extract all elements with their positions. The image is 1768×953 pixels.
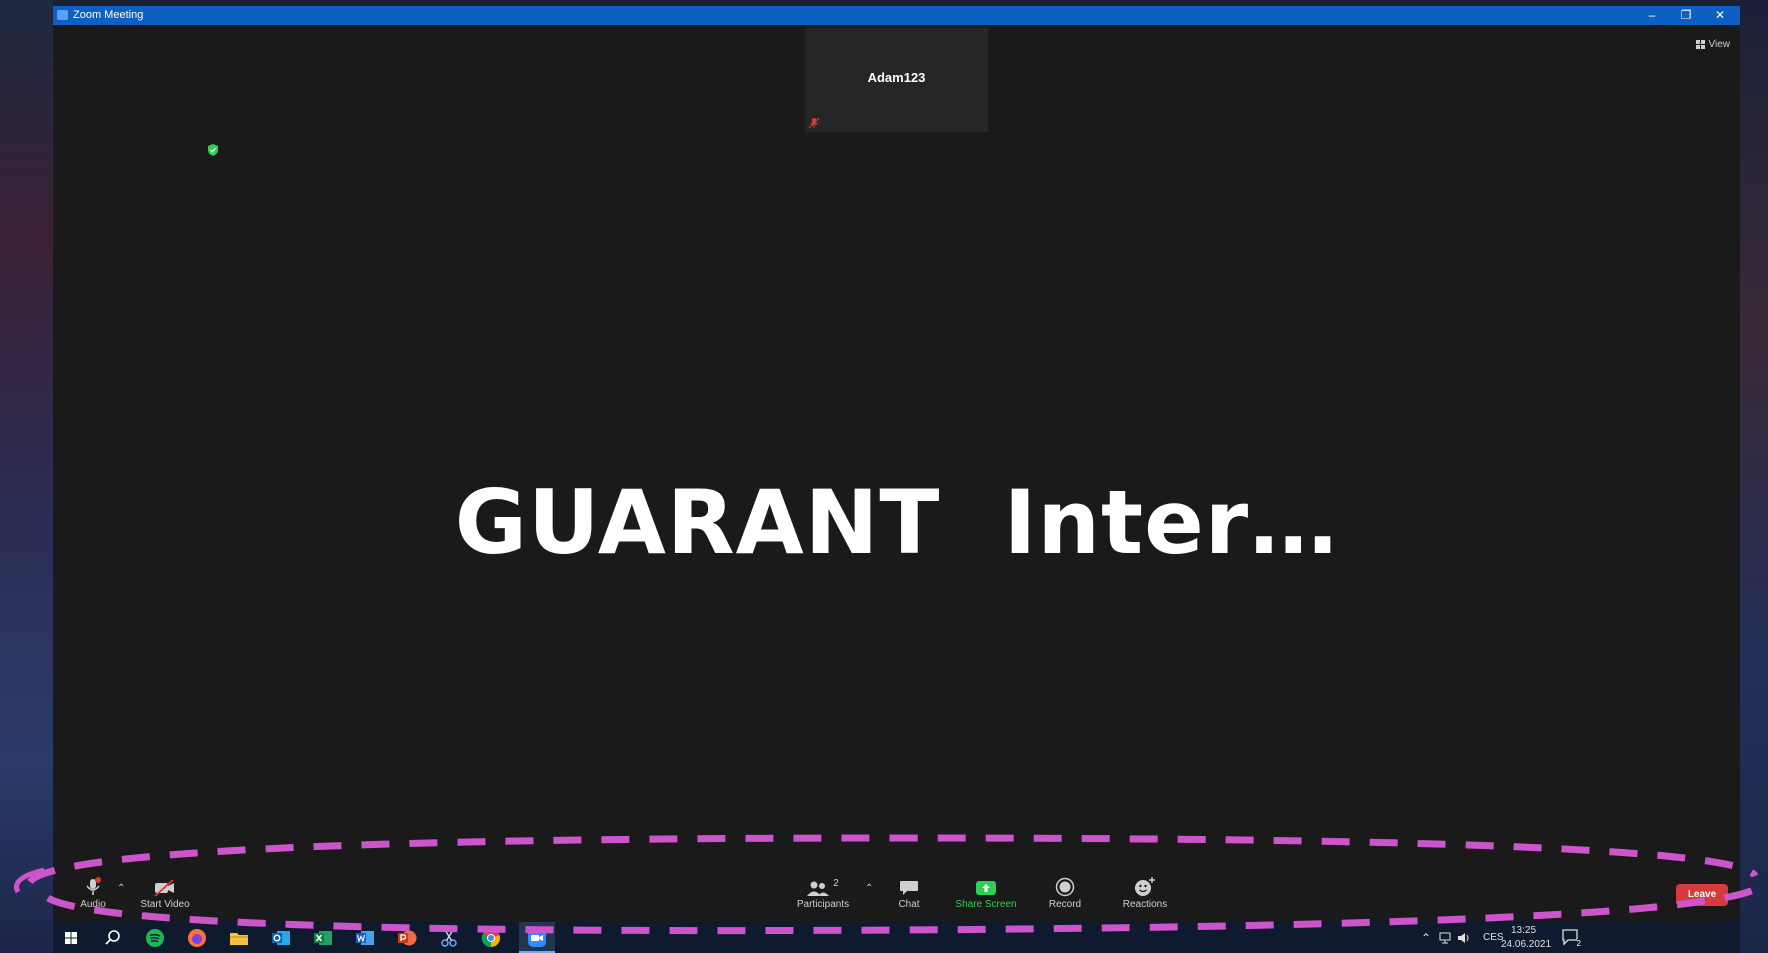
windows-start-icon[interactable] xyxy=(61,928,81,948)
desktop-background-right xyxy=(1740,0,1768,953)
grid-view-icon xyxy=(1695,39,1705,49)
tray-overflow-chevron-icon[interactable]: ⌃ xyxy=(1421,931,1431,945)
snipping-tool-icon[interactable] xyxy=(439,928,459,948)
desktop-background-left xyxy=(0,0,53,953)
chat-label: Chat xyxy=(898,899,920,910)
notification-count: 2 xyxy=(1576,939,1581,948)
title-bar: Zoom Meeting – ❐ ✕ xyxy=(53,6,1740,25)
chrome-icon[interactable] xyxy=(481,928,501,948)
zoom-meeting-window: Zoom Meeting – ❐ ✕ View Adam123 GUARANT … xyxy=(53,6,1740,922)
muted-mic-icon xyxy=(808,117,820,129)
powerpoint-icon[interactable] xyxy=(397,928,417,948)
firefox-icon[interactable] xyxy=(187,928,207,948)
share-screen-button[interactable]: Share Screen xyxy=(946,871,1026,922)
zoom-taskbar-button[interactable] xyxy=(519,922,555,953)
chat-button[interactable]: Chat xyxy=(869,871,949,922)
record-label: Record xyxy=(1048,899,1082,910)
zoom-icon xyxy=(528,929,546,947)
window-title: Zoom Meeting xyxy=(73,9,144,21)
reactions-button[interactable]: Reactions xyxy=(1105,871,1185,922)
share-screen-icon xyxy=(976,881,996,895)
participants-label: Participants xyxy=(796,899,850,910)
reactions-label: Reactions xyxy=(1122,899,1168,910)
zoom-app-icon xyxy=(57,10,68,20)
shared-screen-content: GUARANT Inter… xyxy=(454,471,1339,574)
audio-button[interactable]: Audio xyxy=(53,871,133,922)
meeting-toolbar: Audio ⌃ Start Video 2 Participants ⌃ Cha… xyxy=(53,871,1740,922)
windows-taskbar: ⌃ CES 13:25 24.06.2021 2 xyxy=(53,922,1740,953)
word-icon[interactable] xyxy=(355,928,375,948)
view-button[interactable]: View xyxy=(1695,36,1731,52)
reactions-smiley-icon xyxy=(1135,877,1155,896)
encryption-shield-icon[interactable] xyxy=(207,144,219,156)
clock-date[interactable]: 24.06.2021 xyxy=(1501,939,1551,950)
excel-icon[interactable] xyxy=(313,928,333,948)
start-video-label: Start Video xyxy=(140,899,190,910)
file-explorer-icon[interactable] xyxy=(229,928,249,948)
action-center-button[interactable]: 2 xyxy=(1561,928,1581,948)
video-off-icon xyxy=(154,879,174,897)
close-button[interactable]: ✕ xyxy=(1700,6,1740,25)
share-screen-label: Share Screen xyxy=(955,899,1017,910)
participant-tile[interactable]: Adam123 xyxy=(805,28,988,132)
view-label: View xyxy=(1708,38,1731,50)
participants-icon xyxy=(807,881,830,896)
microphone-icon xyxy=(86,877,101,895)
record-icon xyxy=(1055,877,1075,897)
network-icon[interactable] xyxy=(1439,931,1453,945)
participants-button[interactable]: 2 Participants xyxy=(783,871,863,922)
volume-icon[interactable] xyxy=(1457,931,1471,945)
outlook-icon[interactable] xyxy=(271,928,291,948)
chat-bubble-icon xyxy=(900,881,918,895)
record-button[interactable]: Record xyxy=(1025,871,1105,922)
spotify-icon[interactable] xyxy=(145,928,165,948)
participant-name: Adam123 xyxy=(867,70,926,85)
clock-time[interactable]: 13:25 xyxy=(1511,925,1536,936)
audio-label: Audio xyxy=(80,899,106,910)
start-video-button[interactable]: Start Video xyxy=(125,871,205,922)
participants-count: 2 xyxy=(833,878,839,889)
search-icon[interactable] xyxy=(103,928,123,948)
leave-meeting-button[interactable]: Leave xyxy=(1676,884,1728,906)
